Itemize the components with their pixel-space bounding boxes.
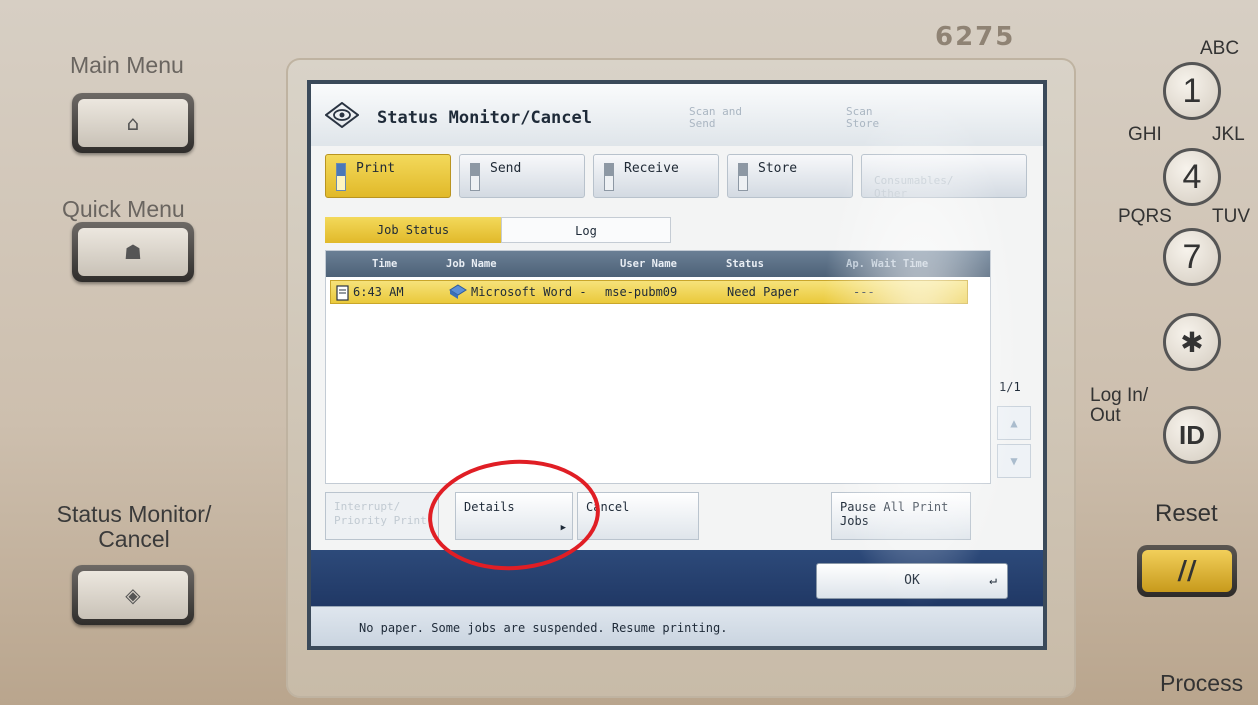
screen-title: Status Monitor/Cancel: [377, 108, 592, 128]
page-indicator: 1/1: [999, 380, 1021, 394]
job-list: Time Job Name User Name Status Ap. Wait …: [325, 250, 991, 484]
subtab-log[interactable]: Log: [501, 217, 671, 243]
job-wait: ---: [853, 285, 875, 299]
main-menu-label: Main Menu: [70, 52, 184, 78]
col-time: Time: [372, 258, 398, 270]
key-7-letters: PQRS: [1118, 206, 1172, 227]
return-icon: ↵: [989, 573, 997, 588]
interrupt-priority-print-button[interactable]: Interrupt/ Priority Print: [325, 492, 439, 540]
col-wait-time: Ap. Wait Time: [846, 258, 929, 270]
job-name: Microsoft Word -: [471, 285, 587, 299]
scan-store-ghost: Scan Store: [846, 105, 880, 130]
key-1-letters: ABC: [1200, 38, 1240, 59]
scroll-up-button[interactable]: ▲: [997, 406, 1031, 440]
status-message: No paper. Some jobs are suspended. Resum…: [359, 621, 728, 635]
list-pager: 1/1 ▲ ▼: [991, 250, 1039, 484]
key-7[interactable]: 7: [1163, 228, 1221, 286]
document-app-icon: [449, 284, 467, 299]
key-8-letters: TUV: [1212, 206, 1250, 227]
quick-menu-label: Quick Menu: [62, 196, 185, 222]
job-list-header: Time Job Name User Name Status Ap. Wait …: [326, 251, 990, 277]
home-icon: ⌂: [126, 111, 140, 135]
status-monitor-icon: ◈: [125, 583, 141, 607]
tab-print[interactable]: Print: [325, 154, 451, 198]
key-5-letters: JKL: [1212, 124, 1245, 145]
login-label: Log In/ Out: [1090, 385, 1149, 426]
bottom-bar: OK ↵: [311, 550, 1043, 606]
touch-screen: Status Monitor/Cancel Scan and Send Scan…: [307, 80, 1047, 650]
model-number: 6275: [935, 22, 1016, 52]
job-actions: Interrupt/ Priority Print Details ▶ Canc…: [311, 492, 1043, 548]
main-menu-button[interactable]: ⌂: [72, 93, 194, 153]
col-user-name: User Name: [620, 258, 677, 270]
key-4-letters: GHI: [1128, 124, 1162, 145]
job-status: Need Paper: [727, 285, 800, 299]
status-monitor-button[interactable]: ◈: [72, 565, 194, 625]
process-label: Process: [1160, 670, 1244, 696]
key-4[interactable]: 4: [1163, 148, 1221, 206]
col-job-name: Job Name: [446, 258, 497, 270]
key-1[interactable]: 1: [1163, 62, 1221, 120]
quick-menu-icon: ☗: [124, 240, 142, 264]
print-job-icon: [336, 285, 349, 301]
function-tabs: Print Send Receive Store Consumables/ Ot…: [325, 154, 1035, 200]
tab-store[interactable]: Store: [727, 154, 853, 198]
key-star[interactable]: ✱: [1163, 313, 1221, 371]
title-bar: Status Monitor/Cancel Scan and Send Scan…: [311, 84, 1043, 146]
arrow-up-icon: ▲: [1010, 416, 1018, 430]
reset-button[interactable]: //: [1137, 545, 1237, 597]
scan-send-ghost: Scan and Send: [689, 105, 742, 130]
col-status: Status: [726, 258, 764, 270]
status-monitor-eye-icon: [325, 102, 359, 128]
job-user: mse-pubm09: [605, 285, 678, 299]
scroll-down-button[interactable]: ▼: [997, 444, 1031, 478]
ok-button[interactable]: OK ↵: [816, 563, 1008, 599]
tab-send[interactable]: Send: [459, 154, 585, 198]
job-time: 6:43 AM: [353, 285, 404, 299]
job-row[interactable]: 6:43 AM Microsoft Word - mse-pubm09 Need…: [330, 280, 968, 304]
status-monitor-label: Status Monitor/ Cancel: [56, 501, 212, 552]
tab-consumables[interactable]: Consumables/ Other: [861, 154, 1027, 200]
subtab-job-status[interactable]: Job Status: [325, 217, 501, 243]
login-id-key[interactable]: ID: [1163, 406, 1221, 464]
tab-receive[interactable]: Receive: [593, 154, 719, 198]
view-subtabs: Job Status Log: [325, 217, 671, 243]
reset-label: Reset: [1155, 500, 1218, 527]
pause-all-print-jobs-button[interactable]: Pause All Print Jobs: [831, 492, 971, 540]
arrow-down-icon: ▼: [1010, 454, 1018, 468]
status-bar: No paper. Some jobs are suspended. Resum…: [311, 606, 1043, 646]
quick-menu-button[interactable]: ☗: [72, 222, 194, 282]
